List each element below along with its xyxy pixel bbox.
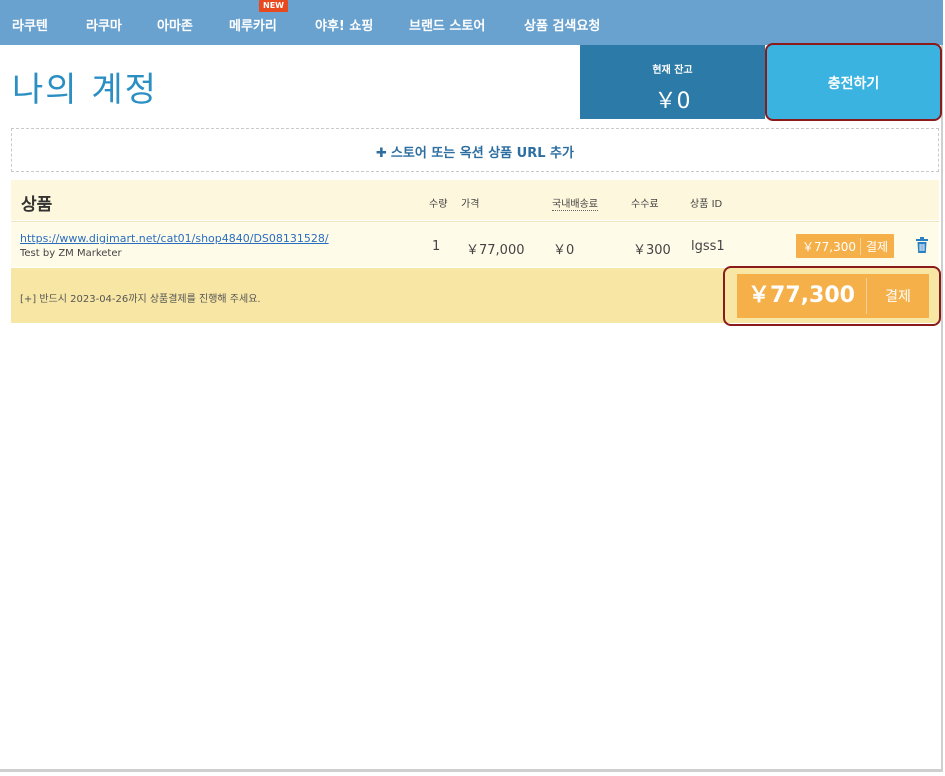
row-pay-button[interactable]: ￥77,300 결제 <box>796 234 895 258</box>
nav-item-brand-store[interactable]: 브랜드 스토어 <box>409 15 485 34</box>
nav-item-rakuma[interactable]: 라쿠마 <box>86 15 122 34</box>
balance-label: 현재 잔고 <box>652 65 693 76</box>
product-url-link[interactable]: https://www.digimart.net/cat01/shop4840/… <box>20 232 329 245</box>
column-header-price: 가격 <box>461 199 480 210</box>
top-nav: 라쿠텐 라쿠마 아마존 메루카리 NEW 야후! 쇼핑 브랜드 스토어 상품 검… <box>0 0 943 45</box>
column-header-product-id: 상품 ID <box>690 199 723 210</box>
payment-deadline-note: [+] 반드시 2023-04-26까지 상품결제를 진행해 주세요. <box>20 294 261 305</box>
plus-icon: ✚ <box>376 146 387 161</box>
nav-item-amazon[interactable]: 아마존 <box>157 15 193 34</box>
add-url-label: 스토어 또는 옥션 상품 URL 추가 <box>390 146 574 161</box>
column-header-shipping[interactable]: 국내배송료 <box>552 195 598 211</box>
trash-icon[interactable] <box>916 237 928 253</box>
total-pay-button[interactable]: ￥77,300 결제 <box>737 274 929 318</box>
column-header-qty: 수량 <box>429 199 448 210</box>
row-pay-label[interactable]: 결제 <box>861 238 894 255</box>
total-pay-label[interactable]: 결제 <box>867 286 929 306</box>
cell-shipping: ￥0 <box>553 243 575 258</box>
charge-button[interactable]: 충전하기 <box>765 43 942 121</box>
table-header: 상품 수량 가격 국내배송료 수수료 상품 ID <box>11 180 939 220</box>
balance-value: ￥0 <box>654 89 691 114</box>
add-url-button[interactable]: ✚ 스토어 또는 옥션 상품 URL 추가 <box>12 142 938 161</box>
row-pay-amount[interactable]: ￥77,300 <box>796 237 861 255</box>
balance-box: 현재 잔고 ￥0 <box>580 45 765 119</box>
cell-price: ￥77,000 <box>466 243 525 258</box>
cell-qty: 1 <box>432 239 441 254</box>
table-row: https://www.digimart.net/cat01/shop4840/… <box>11 221 939 267</box>
page-title: 나의 계정 <box>12 70 158 110</box>
nav-item-rakuten[interactable]: 라쿠텐 <box>12 15 48 34</box>
nav-item-yahoo-shopping[interactable]: 야후! 쇼핑 <box>315 15 373 34</box>
add-url-bar[interactable]: ✚ 스토어 또는 옥션 상품 URL 추가 <box>11 128 939 172</box>
cell-fee: ￥300 <box>633 243 671 258</box>
product-note: Test by ZM Marketer <box>20 248 122 259</box>
column-header-product: 상품 <box>21 195 53 215</box>
nav-item-product-search-request[interactable]: 상품 검색요청 <box>524 15 600 34</box>
cell-product-id: lgss1 <box>691 239 725 254</box>
new-badge: NEW <box>259 0 288 12</box>
total-pay-highlight: ￥77,300 결제 <box>723 266 941 326</box>
page-frame: 라쿠텐 라쿠마 아마존 메루카리 NEW 야후! 쇼핑 브랜드 스토어 상품 검… <box>0 0 943 772</box>
table-footer: [+] 반드시 2023-04-26까지 상품결제를 진행해 주세요. ￥77,… <box>11 266 941 326</box>
charge-button-label[interactable]: 충전하기 <box>767 73 940 93</box>
total-amount[interactable]: ￥77,300 <box>737 278 867 314</box>
nav-item-mercari[interactable]: 메루카리 <box>229 15 277 34</box>
column-header-fee: 수수료 <box>631 199 659 210</box>
